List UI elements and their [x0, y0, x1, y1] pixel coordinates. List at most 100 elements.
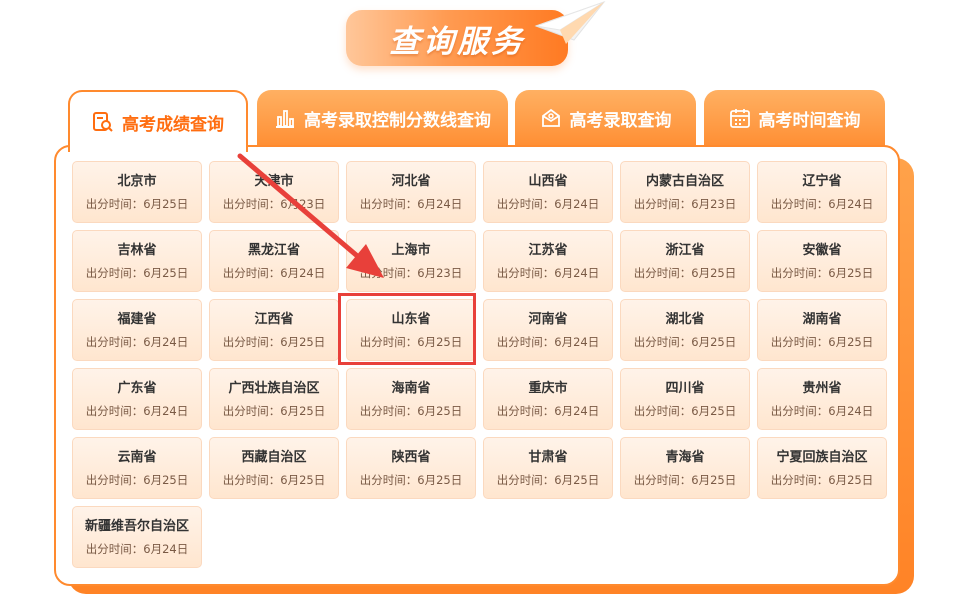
- release-time: 出分时间：6月24日: [223, 266, 325, 280]
- tab-label: 高考时间查询: [758, 110, 861, 131]
- province-card[interactable]: 黑龙江省出分时间：6月24日: [209, 230, 339, 292]
- province-card[interactable]: 江西省 出分时间：6月25日: [209, 299, 339, 361]
- release-date: 6月23日: [280, 196, 326, 211]
- envelope-icon: [541, 108, 560, 127]
- release-date: 6月23日: [417, 265, 463, 280]
- release-date: 6月25日: [143, 196, 189, 211]
- release-time-label: 出分时间：: [85, 472, 144, 487]
- tab-time-query[interactable]: 高考时间查询: [704, 90, 885, 146]
- release-date: 6月25日: [280, 403, 326, 418]
- release-date: 6月25日: [828, 334, 874, 349]
- release-time-label: 出分时间：: [633, 403, 692, 418]
- tab-label: 高考录取查询: [569, 110, 672, 131]
- province-card[interactable]: 海南省 出分时间：6月25日: [346, 368, 476, 430]
- release-date: 6月25日: [417, 403, 463, 418]
- province-card[interactable]: 重庆市 出分时间：6月24日: [483, 368, 613, 430]
- release-date: 6月25日: [280, 334, 326, 349]
- release-time: 出分时间：6月25日: [771, 335, 873, 349]
- release-time: 出分时间：6月23日: [360, 266, 462, 280]
- tab-control-line-query[interactable]: 高考录取控制分数线查询: [257, 90, 508, 146]
- province-card[interactable]: 广东省 出分时间：6月24日: [72, 368, 202, 430]
- province-card[interactable]: 西藏自治区 出分时间：6月25日: [209, 437, 339, 499]
- release-date: 6月25日: [554, 472, 600, 487]
- release-date: 6月25日: [417, 334, 463, 349]
- province-card[interactable]: 甘肃省 出分时间：6月25日: [483, 437, 613, 499]
- release-date: 6月25日: [828, 265, 874, 280]
- release-time-label: 出分时间：: [222, 196, 281, 211]
- release-time: 出分时间：6月25日: [86, 197, 188, 211]
- release-time: 出分时间：6月25日: [634, 404, 736, 418]
- province-card[interactable]: 贵州省 出分时间：6月24日: [757, 368, 887, 430]
- release-date: 6月25日: [417, 472, 463, 487]
- province-card[interactable]: 辽宁省 出分时间：6月24日: [757, 161, 887, 223]
- release-time: 出分时间：6月24日: [86, 335, 188, 349]
- province-name: 河北省: [391, 173, 431, 189]
- province-name: 江西省: [254, 311, 294, 327]
- province-card[interactable]: 山西省 出分时间：6月24日: [483, 161, 613, 223]
- release-time: 出分时间：6月25日: [634, 335, 736, 349]
- tab-score-query[interactable]: 高考成绩查询: [68, 90, 248, 152]
- province-name: 黑龙江省: [247, 242, 300, 258]
- province-name: 山东省: [391, 311, 431, 327]
- province-card[interactable]: 青海省 出分时间：6月25日: [620, 437, 750, 499]
- release-date: 6月25日: [143, 265, 189, 280]
- province-card[interactable]: 吉林省 出分时间：6月25日: [72, 230, 202, 292]
- release-time-label: 出分时间：: [85, 541, 144, 556]
- province-card[interactable]: 天津市出分时间：6月23日: [209, 161, 339, 223]
- province-name: 内蒙古自治区: [645, 173, 724, 189]
- search-doc-icon: [93, 112, 113, 132]
- province-card[interactable]: 浙江省出分时间：6月25日: [620, 230, 750, 292]
- province-name: 浙江省: [665, 242, 705, 258]
- province-card[interactable]: 陕西省 出分时间：6月25日: [346, 437, 476, 499]
- province-card[interactable]: 湖北省出分时间：6月25日: [620, 299, 750, 361]
- release-date: 6月25日: [691, 265, 737, 280]
- province-card[interactable]: 云南省出分时间：6月25日: [72, 437, 202, 499]
- release-date: 6月24日: [143, 334, 189, 349]
- province-card[interactable]: 四川省 出分时间：6月25日: [620, 368, 750, 430]
- province-name: 北京市: [117, 173, 157, 189]
- province-name: 吉林省: [117, 242, 157, 258]
- release-date: 6月23日: [691, 196, 737, 211]
- release-date: 6月24日: [280, 265, 326, 280]
- province-name: 西藏自治区: [241, 449, 307, 465]
- release-time: 出分时间：6月25日: [360, 335, 462, 349]
- tab-admission-query[interactable]: 高考录取查询: [515, 90, 696, 146]
- province-card[interactable]: 湖南省 出分时间：6月25日: [757, 299, 887, 361]
- release-time-label: 出分时间：: [633, 334, 692, 349]
- province-card[interactable]: 上海市 出分时间：6月23日: [346, 230, 476, 292]
- release-date: 6月25日: [691, 334, 737, 349]
- province-name: 湖北省: [665, 311, 705, 327]
- release-date: 6月24日: [143, 541, 189, 556]
- release-time-label: 出分时间：: [770, 265, 829, 280]
- province-name: 贵州省: [802, 380, 842, 396]
- release-time: 出分时间：6月24日: [360, 197, 462, 211]
- release-time: 出分时间：6月25日: [86, 473, 188, 487]
- province-card[interactable]: 宁夏回族自治区 出分时间：6月25日: [757, 437, 887, 499]
- release-time-label: 出分时间：: [222, 265, 281, 280]
- province-card[interactable]: 安徽省 出分时间：6月25日: [757, 230, 887, 292]
- province-panel: 北京市 出分时间：6月25日 天津市 出分时间：6月23日 河北省 出分时间：6月24日山…: [54, 145, 900, 586]
- province-card[interactable]: 广西壮族自治区 出分时间：6月25日: [209, 368, 339, 430]
- release-date: 6月24日: [554, 403, 600, 418]
- release-time: 出分时间：6月23日: [634, 197, 736, 211]
- province-card[interactable]: 新疆维吾尔自治区 出分时间：6月24日: [72, 506, 202, 568]
- province-card[interactable]: 内蒙古自治区 出分时间：6月23日: [620, 161, 750, 223]
- release-time: 出分时间：6月25日: [497, 473, 599, 487]
- release-time-label: 出分时间：: [85, 403, 144, 418]
- province-card[interactable]: 北京市出分时间：6月25日: [72, 161, 202, 223]
- province-card[interactable]: 江苏省 出分时间：6月24日: [483, 230, 613, 292]
- release-time: 出分时间：6月25日: [634, 266, 736, 280]
- release-time-label: 出分时间：: [633, 472, 692, 487]
- province-card[interactable]: 河北省出分时间：6月24日: [346, 161, 476, 223]
- province-name: 云南省: [117, 449, 157, 465]
- province-name: 海南省: [391, 380, 431, 396]
- province-card[interactable]: 山东省出分时间：6月25日: [346, 299, 476, 361]
- province-card[interactable]: 福建省 出分时间：6月24日: [72, 299, 202, 361]
- province-name: 天津市: [254, 173, 294, 189]
- release-date: 6月24日: [143, 403, 189, 418]
- release-date: 6月24日: [828, 403, 874, 418]
- release-time-label: 出分时间：: [359, 265, 418, 280]
- release-time: 出分时间：6月24日: [86, 542, 188, 556]
- release-time: 出分时间：6月25日: [634, 473, 736, 487]
- province-card[interactable]: 河南省 出分时间：6月24日: [483, 299, 613, 361]
